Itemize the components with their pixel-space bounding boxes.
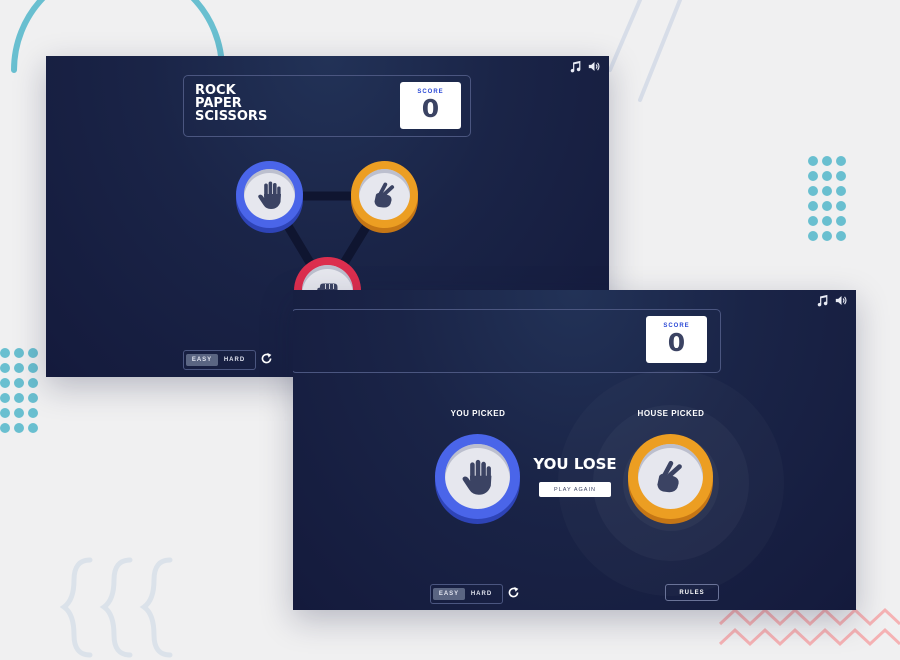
decorative-lines bbox=[608, 0, 682, 102]
hand-paper-icon bbox=[462, 459, 492, 495]
hard-option[interactable]: HARD bbox=[465, 588, 498, 600]
difficulty-toggle: EASY HARD bbox=[430, 584, 503, 604]
speaker-icon[interactable] bbox=[835, 294, 848, 307]
play-again-button[interactable]: PLAY AGAIN bbox=[539, 482, 611, 497]
score-value: 0 bbox=[667, 328, 686, 357]
easy-option[interactable]: EASY bbox=[186, 354, 218, 366]
player-choice-paper bbox=[435, 434, 520, 519]
result-text: YOU LOSE bbox=[533, 455, 617, 473]
house-choice-scissors bbox=[628, 434, 713, 519]
easy-option[interactable]: EASY bbox=[433, 588, 465, 600]
hand-scissors-icon bbox=[657, 460, 682, 493]
scissors-button[interactable] bbox=[351, 161, 418, 228]
score-card: SCORE 0 bbox=[646, 316, 707, 363]
header: SCORE 0 bbox=[293, 309, 721, 373]
difficulty-toggle: EASY HARD bbox=[183, 350, 256, 370]
hard-option[interactable]: HARD bbox=[218, 354, 251, 366]
decorative-braces bbox=[60, 557, 173, 658]
you-picked-label: YOU PICKED bbox=[450, 409, 506, 418]
decorative-dots-right bbox=[808, 156, 846, 241]
hand-scissors-icon bbox=[374, 182, 394, 208]
game-screen-result: SCORE 0 YOU PICKED HOUSE PICKED YOU LOSE… bbox=[293, 290, 856, 610]
decorative-dots-left bbox=[0, 348, 38, 433]
refresh-icon[interactable] bbox=[260, 352, 273, 365]
refresh-icon[interactable] bbox=[507, 586, 520, 599]
paper-button[interactable] bbox=[236, 161, 303, 228]
audio-controls bbox=[816, 294, 848, 307]
music-icon[interactable] bbox=[816, 294, 829, 307]
rules-button[interactable]: RULES bbox=[665, 584, 719, 601]
house-picked-label: HOUSE PICKED bbox=[637, 409, 705, 418]
hand-paper-icon bbox=[257, 181, 281, 209]
